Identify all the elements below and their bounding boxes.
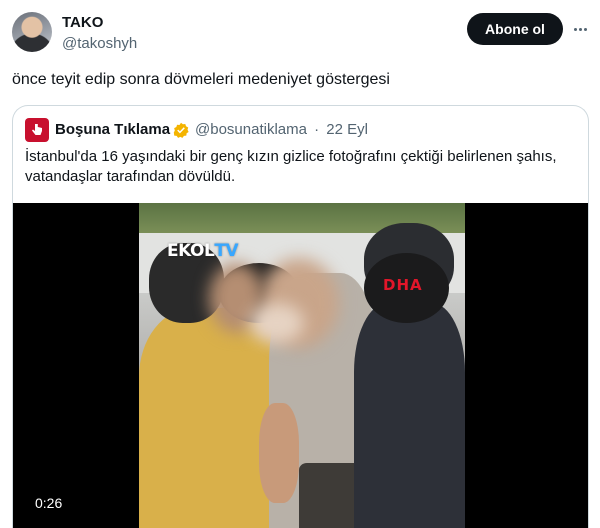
quoted-text: İstanbul'da 16 yaşındaki bir genç kızın … (25, 148, 557, 185)
quoted-handle[interactable]: @bosunatiklama (195, 121, 307, 138)
author-block: TAKO @takoshyh (62, 13, 137, 54)
author-handle[interactable]: @takoshyh (62, 34, 137, 54)
quoted-meta: @bosunatiklama · 22 Eyl (195, 120, 371, 140)
video-frame: EKOLTV DHA (139, 203, 465, 528)
quote-avatar-icon[interactable] (25, 118, 49, 142)
tweet-text: önce teyit edip sonra dövmeleri medeniye… (12, 71, 390, 88)
author-avatar[interactable] (12, 12, 52, 52)
quoted-author-name[interactable]: Boşuna Tıklama (55, 120, 170, 140)
video-duration: 0:26 (35, 495, 63, 511)
meta-separator: · (314, 121, 320, 138)
more-icon[interactable] (568, 17, 592, 41)
quoted-date[interactable]: 22 Eyl (326, 121, 368, 138)
follow-button[interactable]: Abone ol (467, 13, 563, 45)
watermark-dha: DHA (383, 276, 423, 294)
verified-badge-icon (173, 122, 189, 138)
video-player[interactable]: EKOLTV DHA 0:26 (13, 203, 588, 528)
watermark-ekoltv: EKOLTV (167, 241, 239, 261)
author-name[interactable]: TAKO (62, 13, 137, 33)
quoted-tweet[interactable]: Boşuna Tıklama @bosunatiklama · 22 Eyl İ… (12, 105, 589, 528)
